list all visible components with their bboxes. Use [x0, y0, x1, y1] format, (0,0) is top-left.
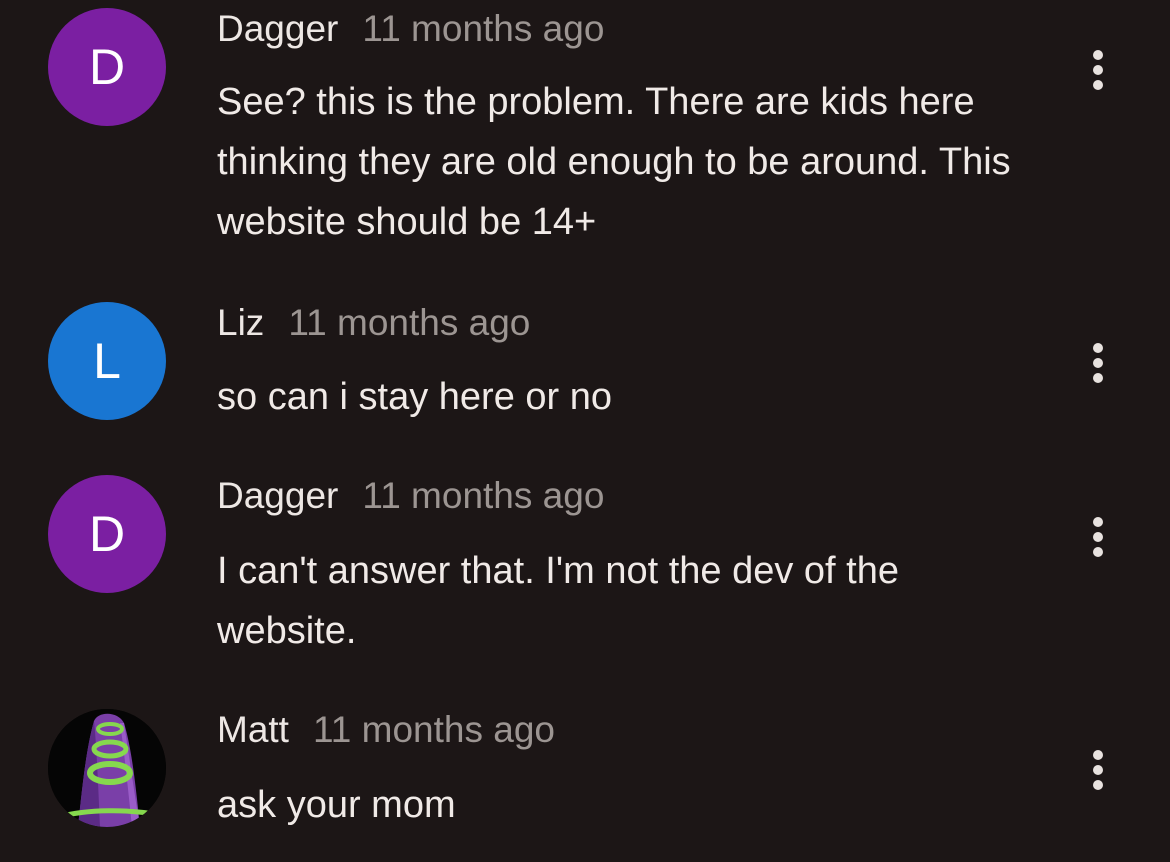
avatar-letter: D [88, 39, 126, 95]
comment-header: Dagger 11 months ago [217, 8, 604, 58]
comment-text: ask your mom [217, 784, 456, 826]
comment-author[interactable]: Matt [217, 709, 289, 751]
comment-header: Liz 11 months ago [217, 302, 530, 352]
more-vertical-icon[interactable] [1080, 45, 1116, 95]
comment-author[interactable]: Dagger [217, 8, 338, 50]
comment-timestamp: 11 months ago [362, 8, 605, 49]
comment-text: so can i stay here or no [217, 376, 612, 418]
more-vertical-icon[interactable] [1080, 338, 1116, 388]
comment-header: Dagger 11 months ago [217, 475, 604, 525]
more-vertical-icon[interactable] [1080, 512, 1116, 562]
comment-text: I can't answer that. I'm not the dev of … [217, 550, 899, 652]
comment-timestamp: 11 months ago [312, 709, 556, 750]
avatar-letter: L [93, 333, 121, 389]
avatar[interactable]: D [48, 475, 166, 593]
comment-text: See? this is the problem. There are kids… [217, 81, 1011, 243]
avatar[interactable] [48, 709, 166, 827]
purple-tentacle-avatar-icon [48, 709, 166, 827]
comment-timestamp: 11 months ago [288, 302, 531, 343]
avatar[interactable]: L [48, 302, 166, 420]
avatar-letter: D [88, 506, 126, 562]
comment-author[interactable]: Liz [217, 302, 264, 344]
comment-header: Matt 11 months ago [217, 709, 555, 759]
avatar[interactable]: D [48, 8, 166, 126]
more-vertical-icon[interactable] [1080, 745, 1116, 795]
comment-author[interactable]: Dagger [217, 475, 338, 517]
comment-timestamp: 11 months ago [362, 475, 605, 516]
